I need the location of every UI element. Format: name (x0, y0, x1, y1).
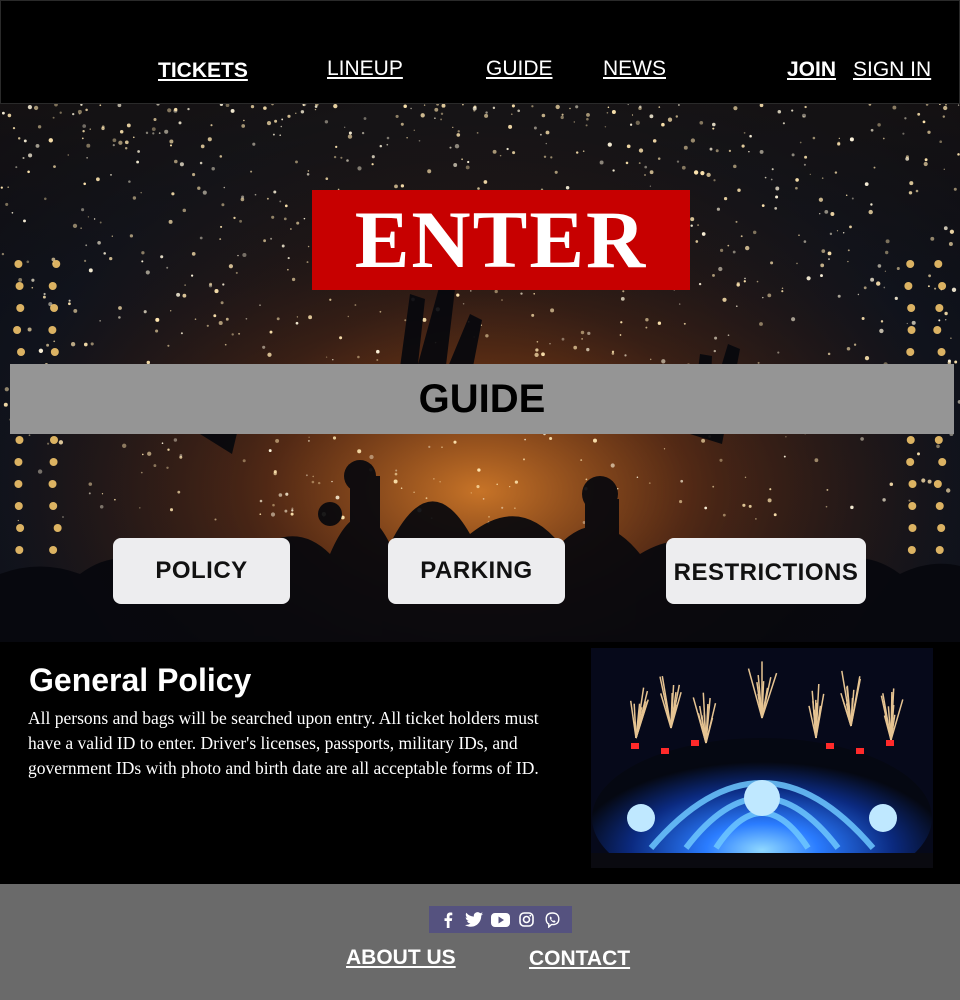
top-nav: TICKETS LINEUP GUIDE NEWS JOIN SIGN IN (0, 0, 960, 104)
policy-button[interactable]: POLICY (113, 538, 290, 604)
instagram-icon[interactable] (517, 910, 537, 930)
guide-banner: GUIDE (10, 364, 954, 434)
twitter-icon[interactable] (464, 910, 484, 930)
contact-link[interactable]: CONTACT (529, 947, 630, 971)
nav-news-link[interactable]: NEWS (603, 57, 666, 81)
nav-guide-link[interactable]: GUIDE (486, 57, 553, 81)
hero-section: ENTER GUIDE POLICY PARKING RESTRICTIONS (0, 104, 960, 642)
about-us-link[interactable]: ABOUT US (346, 946, 456, 970)
sign-in-link[interactable]: SIGN IN (853, 58, 931, 82)
page-title: GUIDE (418, 376, 546, 421)
join-link[interactable]: JOIN (787, 58, 836, 82)
facebook-icon[interactable] (438, 910, 458, 930)
viber-icon[interactable] (543, 910, 563, 930)
social-icons-bar (429, 906, 572, 933)
stage-fireworks-image (591, 648, 933, 868)
policy-heading: General Policy (29, 662, 252, 698)
nav-lineup-link[interactable]: LINEUP (327, 57, 403, 81)
youtube-icon[interactable] (490, 910, 510, 930)
restrictions-button[interactable]: RESTRICTIONS (666, 538, 866, 604)
enter-logo[interactable]: ENTER (312, 190, 690, 290)
nav-tickets-link[interactable]: TICKETS (158, 59, 248, 83)
logo-text: ENTER (354, 194, 648, 285)
parking-button[interactable]: PARKING (388, 538, 565, 604)
policy-section: General Policy All persons and bags will… (0, 642, 960, 884)
policy-body: All persons and bags will be searched up… (28, 708, 539, 778)
footer: ABOUT US CONTACT (0, 884, 960, 1000)
